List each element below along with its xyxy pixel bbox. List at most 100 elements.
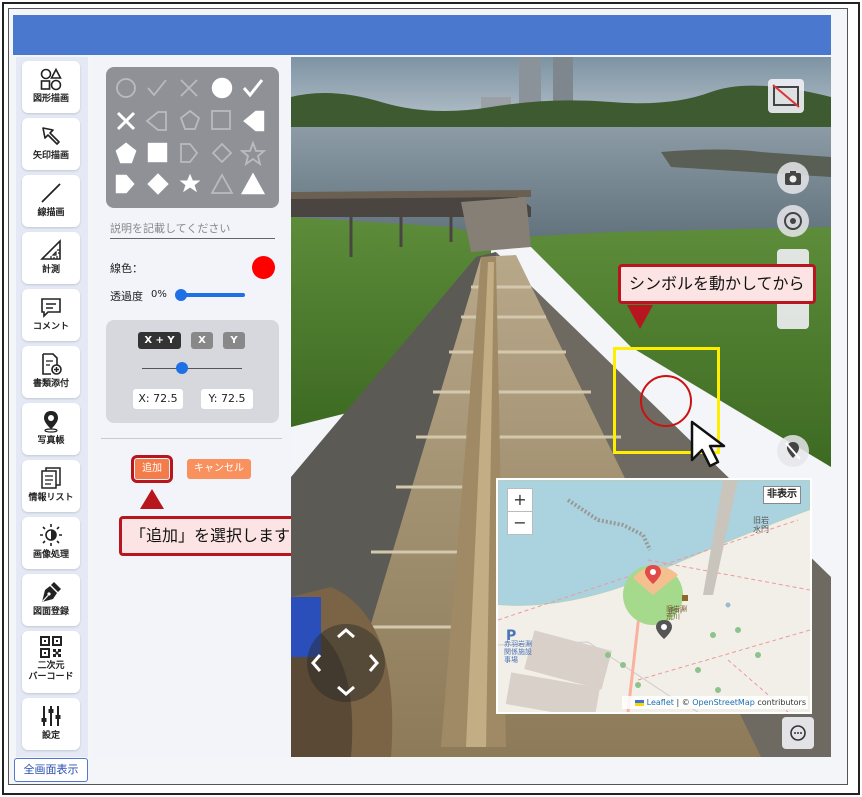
pentagon-outline-shape[interactable]: [179, 109, 201, 130]
y-value-field[interactable]: Y: 72.5: [201, 389, 253, 409]
map-pin-icon: [44, 411, 58, 433]
triangle-outline-shape[interactable]: [210, 173, 234, 194]
square-outline-shape[interactable]: [211, 110, 231, 130]
flag-icon: [635, 699, 645, 706]
fullscreen-button[interactable]: 全画面表示: [14, 758, 88, 782]
sidebar-item-photo-album[interactable]: 写真帳: [22, 403, 80, 455]
shapes-icon: [40, 67, 62, 91]
description-input[interactable]: 説明を記載してください: [110, 220, 275, 239]
sidebar-item-info-list[interactable]: 情報リスト: [22, 460, 80, 512]
map-label-place: 旧岩淵 荒川: [666, 605, 687, 621]
sidebar-item-label: 書類添付: [32, 379, 69, 389]
camera-button[interactable]: [777, 162, 809, 194]
qr-code-icon: [40, 636, 62, 658]
add-button[interactable]: 追加: [131, 455, 173, 483]
pentagon-filled-shape[interactable]: [115, 142, 137, 164]
mouse-cursor-icon: [690, 420, 726, 468]
x-scale-button[interactable]: X: [191, 332, 213, 349]
check-shape[interactable]: [242, 79, 264, 98]
opacity-label: 透過度: [110, 290, 143, 303]
diamond-outline-shape[interactable]: [211, 142, 233, 164]
red-circle-symbol[interactable]: [640, 375, 692, 427]
sidebar-item-label: 画像処理: [32, 550, 69, 560]
sidebar-item-label: 計測: [41, 265, 60, 275]
sidebar-item-label: 線描画: [37, 208, 65, 218]
mini-map[interactable]: 荒川 P + − 旧岩 水門 旧岩淵 荒川 赤羽岩淵 関係施設 事場: [496, 478, 812, 714]
square-filled-shape[interactable]: [147, 142, 168, 163]
line-color-label: 線色：: [110, 262, 143, 275]
callout-arrow-down: [627, 305, 653, 329]
sidebar-item-settings[interactable]: 設定: [22, 698, 80, 750]
scale-controls: X + Y X Y X: 72.5 Y: 72.5: [106, 320, 279, 423]
map-label-akabane: 赤羽岩淵 関係施設 事場: [504, 640, 532, 664]
nav-arrows-icon: [311, 628, 379, 696]
sidebar-item-measure[interactable]: 計測: [22, 232, 80, 284]
sidebar-item-image-processing[interactable]: 画像処理: [22, 517, 80, 569]
map-tiles: 荒川 P: [498, 480, 810, 712]
toggle-photo-button[interactable]: [768, 79, 804, 113]
shape-palette: [106, 67, 279, 208]
comment-icon: [41, 298, 61, 318]
tag-right-filled-shape[interactable]: [115, 174, 135, 194]
star-filled-shape[interactable]: [179, 173, 201, 193]
y-scale-button[interactable]: Y: [223, 332, 245, 349]
zoom-out-button[interactable]: −: [507, 511, 533, 535]
tag-right-outline-shape[interactable]: [180, 143, 199, 163]
sidebar-item-arrow-draw[interactable]: 矢印描画: [22, 118, 80, 170]
circle-filled-shape[interactable]: [211, 77, 233, 99]
tag-filled-shape[interactable]: [243, 110, 265, 132]
aperture-button[interactable]: [777, 205, 809, 237]
pin-off-button[interactable]: [777, 435, 809, 467]
opacity-slider[interactable]: [180, 293, 245, 297]
shape-palette-grid: [115, 77, 267, 195]
triangle-filled-shape[interactable]: [240, 172, 266, 195]
sidebar-item-line-draw[interactable]: 線描画: [22, 175, 80, 227]
sidebar-item-label: 写真帳: [37, 436, 65, 446]
opacity-value: 0%: [151, 289, 167, 300]
sidebar-item-drawing-register[interactable]: 図面登録: [22, 574, 80, 626]
diamond-filled-shape[interactable]: [147, 173, 169, 195]
zoom-in-button[interactable]: +: [507, 488, 533, 512]
star-outline-shape[interactable]: [239, 140, 267, 167]
cancel-button[interactable]: キャンセル: [187, 459, 251, 479]
callout-move-symbol: シンボルを動かしてから: [618, 264, 816, 304]
pin-off-icon: [785, 442, 801, 460]
hide-map-button[interactable]: 非表示: [763, 486, 801, 504]
sidebar-item-qr-code[interactable]: 二次元 バーコード: [22, 631, 80, 693]
camera-icon: [785, 171, 801, 185]
circle-outline-shape[interactable]: [116, 78, 136, 98]
map-label-gate: 旧岩 水門: [753, 516, 769, 534]
navigation-pad[interactable]: [307, 624, 385, 702]
ruler-icon: [40, 239, 61, 260]
sidebar-item-shape-draw[interactable]: 図形描画: [22, 61, 80, 113]
chat-icon: [790, 725, 806, 741]
top-header-bar: [13, 15, 831, 55]
chat-button[interactable]: [782, 717, 814, 749]
leaflet-link[interactable]: Leaflet: [647, 698, 674, 707]
scale-slider[interactable]: [142, 368, 242, 369]
sidebar-item-label: 情報リスト: [28, 493, 74, 503]
x-value-field[interactable]: X: 72.5: [133, 389, 183, 409]
opacity-slider-knob[interactable]: [175, 289, 187, 301]
sliders-icon: [41, 706, 61, 726]
cross-outline-shape[interactable]: [180, 79, 198, 97]
callout-select-add: 「追加」を選択します: [119, 516, 302, 556]
xy-scale-button[interactable]: X + Y: [138, 332, 181, 349]
tag-outline-shape[interactable]: [145, 111, 167, 131]
attribution-tail: contributors: [754, 698, 806, 707]
line-color-swatch[interactable]: [252, 256, 275, 279]
line-icon: [41, 183, 61, 203]
sidebar-item-label: 矢印描画: [32, 151, 69, 161]
scale-slider-knob[interactable]: [176, 362, 188, 374]
sidebar-item-document-attach[interactable]: 書類添付: [22, 346, 80, 398]
osm-link[interactable]: OpenStreetMap: [692, 698, 755, 707]
sidebar-item-comment[interactable]: コメント: [22, 289, 80, 341]
map-attribution: Leaflet | © OpenStreetMap contributors: [622, 696, 808, 709]
cross-shape[interactable]: [116, 111, 136, 131]
sidebar-item-label: 図面登録: [32, 607, 69, 617]
attribution-separator: | ©: [673, 698, 693, 707]
document-attach-icon: [42, 353, 62, 375]
sidebar-item-label: 設定: [41, 731, 60, 741]
check-outline-shape[interactable]: [147, 79, 167, 97]
pen-nib-icon: [42, 582, 61, 602]
